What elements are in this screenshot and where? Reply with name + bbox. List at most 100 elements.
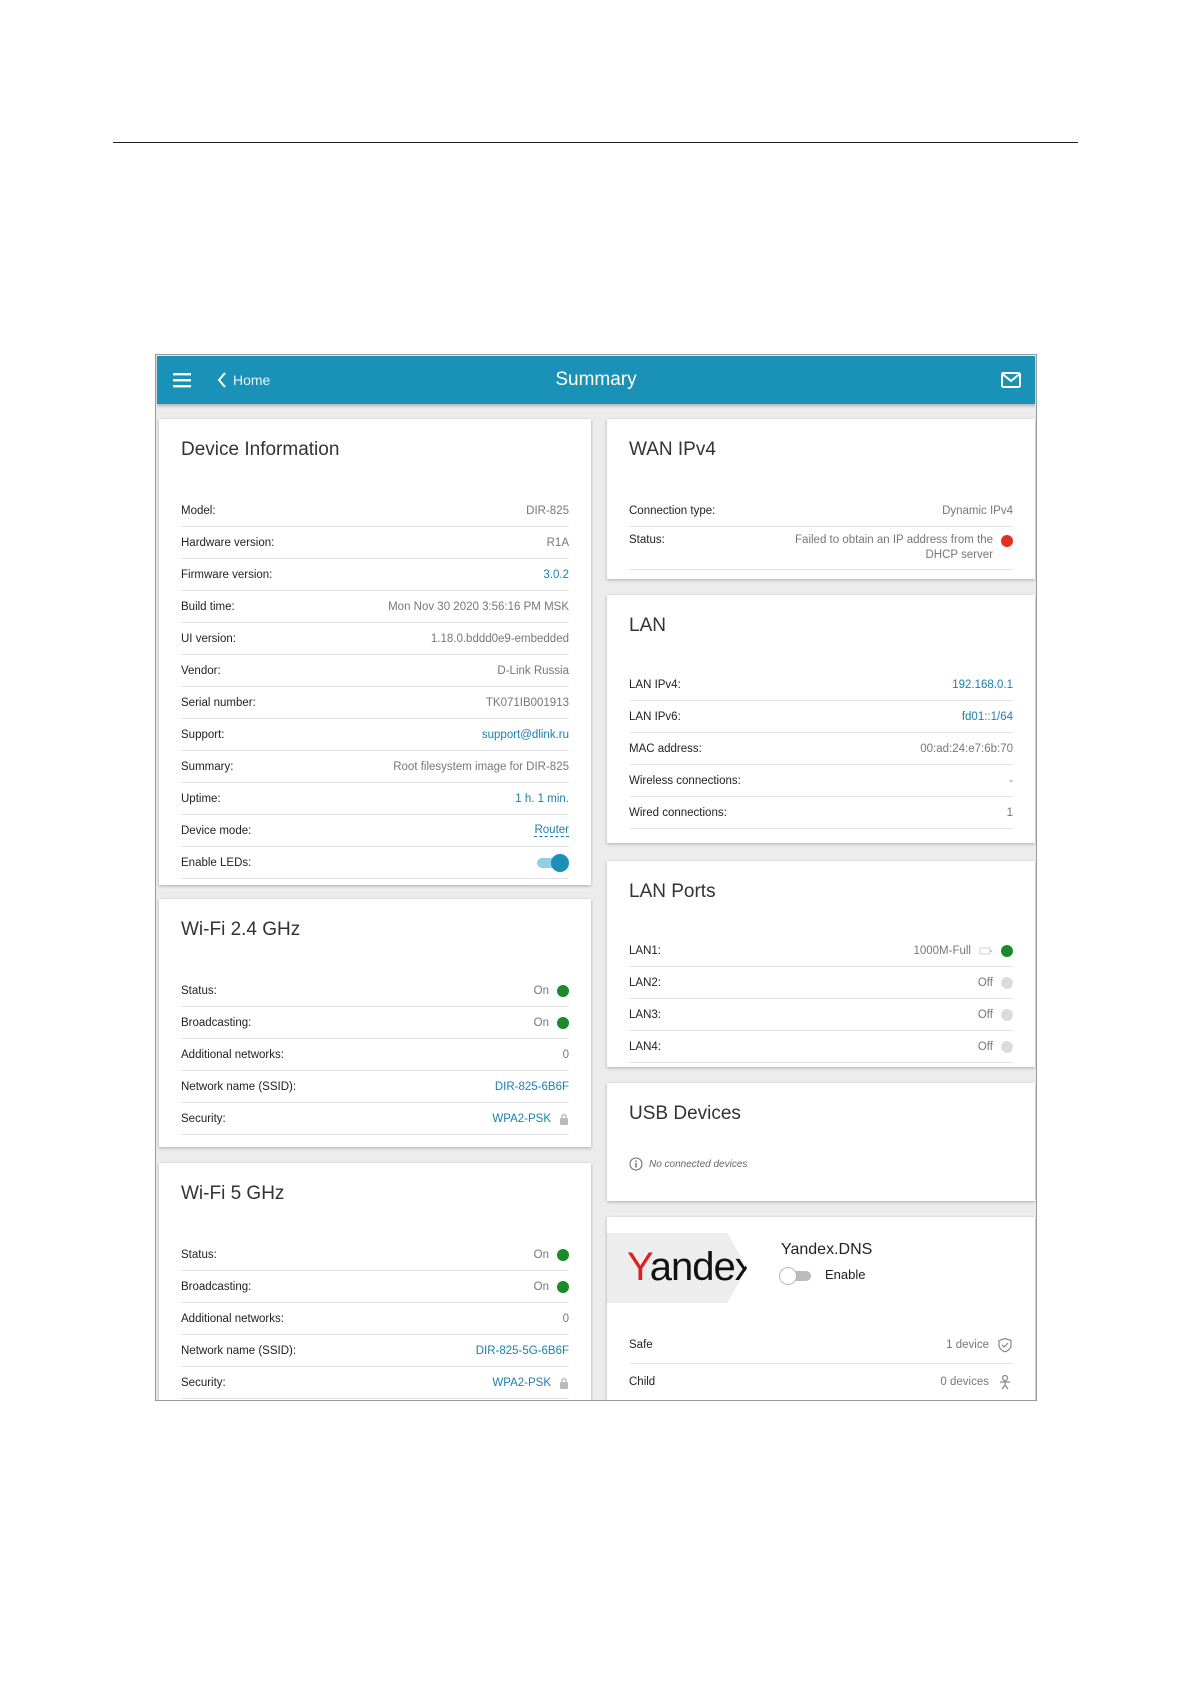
lan1-label: LAN1:	[629, 944, 661, 957]
mail-icon[interactable]	[999, 368, 1023, 392]
hardware-version-value: R1A	[546, 536, 569, 549]
summary-value: Root filesystem image for DIR-825	[393, 760, 569, 773]
safe-label: Safe	[629, 1339, 653, 1351]
serial-number-row: Serial number: TK071IB001913	[181, 687, 569, 719]
usb-note-text: No connected devices	[649, 1158, 748, 1170]
lan-ipv4-row: LAN IPv4: 192.168.0.1	[629, 669, 1013, 701]
lan2-value: Off	[977, 976, 1013, 989]
connection-type-label: Connection type:	[629, 504, 716, 517]
status-error-indicator	[1001, 535, 1013, 547]
mac-address-row: MAC address: 00:ad:24:e7:6b:70	[629, 733, 1013, 765]
status-text: On	[533, 984, 549, 997]
device-mode-row: Device mode: Router	[181, 815, 569, 847]
lan4-value: Off	[977, 1040, 1013, 1053]
ssid-label: Network name (SSID):	[181, 1080, 297, 1093]
broadcasting-value: On	[533, 1280, 569, 1293]
router-ui-window: Home Summary Device Information Model: DI…	[155, 354, 1037, 1401]
serial-number-label: Serial number:	[181, 696, 256, 709]
security-value: WPA2-PSK	[492, 1377, 569, 1389]
security-value: WPA2-PSK	[492, 1113, 569, 1125]
wifi-5ghz-card: Wi-Fi 5 GHz Status: On Broadcasting: On Ad…	[159, 1163, 591, 1400]
vendor-label: Vendor:	[181, 664, 221, 677]
status-value: On	[534, 1248, 569, 1261]
additional-networks-value: 0	[562, 1312, 569, 1325]
lan-ipv4-label: LAN IPv4:	[629, 678, 681, 691]
ui-version-row: UI version: 1.18.0.bddd0e9-embedded	[181, 623, 569, 655]
lan4-link-indicator	[1001, 1040, 1013, 1053]
connection-type-value: Dynamic IPv4	[942, 504, 1013, 517]
enable-leds-toggle[interactable]	[537, 853, 569, 872]
lan-ports-card: LAN Ports LAN1: 1000M-Full LAN2: Off LAN3:…	[607, 861, 1035, 1067]
wifi24-security-row: Security: WPA2-PSK	[181, 1103, 569, 1135]
wifi24-broadcasting-row: Broadcasting: On	[181, 1007, 569, 1039]
security-label: Security:	[181, 1376, 226, 1389]
lan2-label: LAN2:	[629, 976, 661, 989]
child-label: Child	[629, 1376, 656, 1388]
support-email-link[interactable]: support@dlink.ru	[482, 729, 569, 741]
lan-ipv6-link[interactable]: fd01::1/64	[962, 711, 1013, 723]
model-label: Model:	[181, 504, 216, 517]
additional-networks-label: Additional networks:	[181, 1048, 284, 1061]
lan1-row: LAN1: 1000M-Full	[629, 935, 1013, 967]
mac-address-value: 00:ad:24:e7:6b:70	[920, 742, 1013, 755]
firmware-version-link[interactable]: 3.0.2	[543, 569, 569, 581]
card-title: LAN	[629, 615, 666, 636]
yandex-dns-enable-toggle[interactable]	[779, 1267, 811, 1285]
usb-note: No connected devices	[629, 1157, 747, 1171]
card-title: Device Information	[181, 439, 340, 460]
ui-version-label: UI version:	[181, 632, 236, 645]
lan3-link-indicator	[1001, 1008, 1013, 1021]
additional-networks-value: 0	[562, 1048, 569, 1061]
enable-leds-row: Enable LEDs:	[181, 847, 569, 879]
lan3-row: LAN3: Off	[629, 999, 1013, 1031]
yandex-logo-badge: Yandex	[607, 1233, 747, 1303]
lan-ipv4-link[interactable]: 192.168.0.1	[952, 679, 1013, 691]
toggle-knob	[551, 853, 569, 872]
card-title: Wi-Fi 5 GHz	[181, 1183, 285, 1204]
ssid-link[interactable]: DIR-825-5G-6B6F	[476, 1345, 569, 1357]
lan2-state: Off	[977, 976, 993, 989]
broadcasting-label: Broadcasting:	[181, 1280, 252, 1293]
yandex-logo-y: Y	[627, 1245, 651, 1289]
security-link[interactable]: WPA2-PSK	[492, 1113, 551, 1125]
wan-ipv4-card: WAN IPv4 Connection type: Dynamic IPv4 St…	[607, 419, 1035, 579]
wifi24-status-row: Status: On	[181, 975, 569, 1007]
child-icon	[1000, 1374, 1010, 1390]
ssid-link[interactable]: DIR-825-6B6F	[495, 1081, 569, 1093]
card-title: WAN IPv4	[629, 439, 716, 460]
lan4-row: LAN4: Off	[629, 1031, 1013, 1063]
card-title: LAN Ports	[629, 881, 716, 902]
build-time-row: Build time: Mon Nov 30 2020 3:56:16 PM MS…	[181, 591, 569, 623]
broadcasting-on-indicator	[557, 1280, 569, 1293]
model-value: DIR-825	[526, 504, 569, 517]
lan-ipv6-row: LAN IPv6: fd01::1/64	[629, 701, 1013, 733]
lan3-label: LAN3:	[629, 1008, 661, 1021]
safe-row[interactable]: Safe 1 device	[629, 1327, 1013, 1364]
support-row: Support: support@dlink.ru	[181, 719, 569, 751]
vendor-row: Vendor: D-Link Russia	[181, 655, 569, 687]
build-time-value: Mon Nov 30 2020 3:56:16 PM MSK	[388, 600, 569, 613]
yandex-logo: Yandex	[627, 1245, 754, 1290]
ssid-label: Network name (SSID):	[181, 1344, 297, 1357]
child-row[interactable]: Child 0 devices	[629, 1364, 1013, 1400]
safe-value: 1 device	[946, 1337, 1013, 1353]
uptime-value: 1 h. 1 min.	[515, 792, 569, 805]
status-text: Failed to obtain an IP address from the …	[795, 534, 993, 561]
device-mode-link[interactable]: Router	[534, 824, 569, 837]
lan2-row: LAN2: Off	[629, 967, 1013, 999]
yandex-logo-rest: andex	[649, 1245, 754, 1289]
wan-status-row: Status: Failed to obtain an IP address fr…	[629, 527, 1013, 570]
status-on-indicator	[557, 984, 569, 997]
lock-icon	[560, 1377, 568, 1389]
security-link[interactable]: WPA2-PSK	[492, 1377, 551, 1389]
broadcasting-label: Broadcasting:	[181, 1016, 252, 1029]
yandex-dns-enable-label: Enable	[825, 1267, 866, 1282]
device-information-card: Device Information Model: DIR-825 Hardwar…	[159, 419, 591, 885]
serial-number-value: TK071IB001913	[485, 696, 569, 709]
lan1-value: 1000M-Full	[913, 944, 1013, 957]
connection-type-row: Connection type: Dynamic IPv4	[629, 495, 1013, 527]
wifi5-security-row: Security: WPA2-PSK	[181, 1367, 569, 1399]
lan4-state: Off	[977, 1040, 993, 1053]
broadcasting-text: On	[533, 1280, 549, 1293]
summary-row: Summary: Root filesystem image for DIR-82…	[181, 751, 569, 783]
